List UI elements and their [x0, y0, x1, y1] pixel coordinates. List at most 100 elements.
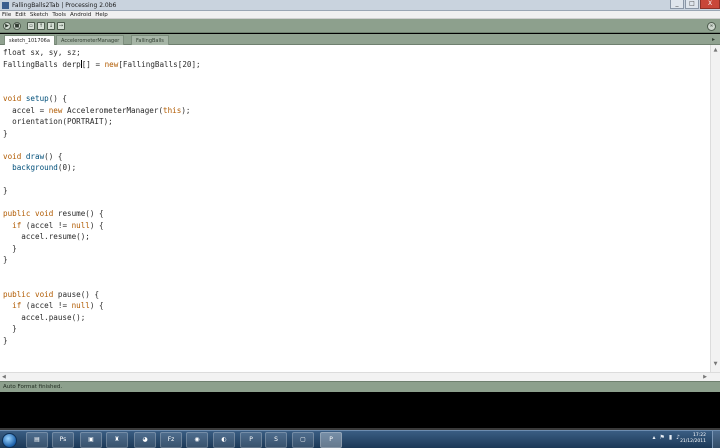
- export-button[interactable]: →: [57, 22, 65, 30]
- mode-icon: ∞: [709, 23, 714, 29]
- minimize-button[interactable]: _: [670, 0, 684, 9]
- scroll-right-icon[interactable]: ▶: [703, 374, 707, 380]
- code-line[interactable]: }: [3, 128, 707, 140]
- code-line[interactable]: void draw() {: [3, 151, 707, 163]
- new-icon: ▫: [29, 23, 33, 29]
- horizontal-scrollbar[interactable]: ◀ ▶: [0, 372, 720, 381]
- skype-icon: S: [274, 436, 278, 443]
- taskbar-app-8[interactable]: ◐: [213, 432, 235, 448]
- code-line[interactable]: if (accel != null) {: [3, 220, 707, 232]
- code-line[interactable]: float sx, sy, sz;: [3, 47, 707, 59]
- code-token: (accel !=: [21, 220, 72, 230]
- menu-edit[interactable]: Edit: [15, 12, 26, 18]
- scroll-down-icon[interactable]: ▼: [711, 361, 720, 370]
- taskbar-app-12[interactable]: P: [320, 432, 342, 448]
- code-token: AccelerometerManager(: [62, 105, 164, 115]
- filezilla-icon: Fz: [167, 436, 175, 443]
- code-editor[interactable]: float sx, sy, sz; FallingBalls derp[] = n…: [0, 45, 720, 372]
- code-line[interactable]: }: [3, 254, 707, 266]
- taskbar-app-7[interactable]: ◉: [186, 432, 208, 448]
- scroll-left-icon[interactable]: ◀: [2, 374, 6, 380]
- menu-sketch[interactable]: Sketch: [30, 12, 49, 18]
- code-line[interactable]: FallingBalls derp[] = new[FallingBalls[2…: [3, 59, 707, 71]
- clock[interactable]: 17:22 21/12/2011: [680, 433, 706, 445]
- code-line[interactable]: accel.pause();: [3, 312, 707, 324]
- code-line[interactable]: accel = new AccelerometerManager(this);: [3, 105, 707, 117]
- taskbar-app-6[interactable]: Fz: [160, 432, 182, 448]
- maximize-button[interactable]: □: [685, 0, 699, 9]
- code-token: public void: [3, 289, 58, 299]
- code-line[interactable]: }: [3, 323, 707, 335]
- code-line[interactable]: [3, 70, 707, 82]
- code-token: }: [3, 128, 8, 138]
- code-line[interactable]: [3, 197, 707, 209]
- app-icon-4: ♜: [114, 436, 120, 443]
- code-line[interactable]: accel.resume();: [3, 231, 707, 243]
- code-token: }: [3, 243, 17, 253]
- code-line[interactable]: }: [3, 243, 707, 255]
- code-token: null: [71, 301, 90, 310]
- console-area[interactable]: [0, 392, 720, 428]
- processing-icon: P: [249, 436, 253, 443]
- stop-button[interactable]: ■: [13, 22, 21, 30]
- taskbar-app-2[interactable]: Ps: [52, 432, 74, 448]
- taskbar-app-10[interactable]: S: [265, 432, 287, 448]
- code-line[interactable]: }: [3, 335, 707, 347]
- processing-app-icon: [2, 2, 9, 9]
- stop-icon: ■: [14, 23, 20, 29]
- action-center-icon[interactable]: ⚑: [659, 434, 664, 441]
- taskbar-app-11[interactable]: ▢: [292, 432, 314, 448]
- app-icon-5: ◕: [142, 436, 148, 443]
- code-line[interactable]: void setup() {: [3, 93, 707, 105]
- save-button[interactable]: ↓: [47, 22, 55, 30]
- show-hidden-icons-icon[interactable]: ▴: [652, 434, 655, 441]
- tab-falling-balls[interactable]: FallingBalls: [131, 35, 169, 45]
- code-token: [] =: [81, 59, 105, 69]
- code-token: );: [181, 105, 191, 115]
- chrome-icon: ◉: [194, 436, 200, 443]
- code-line[interactable]: orientation(PORTRAIT);: [3, 116, 707, 128]
- show-desktop-button[interactable]: [712, 431, 720, 448]
- code-line[interactable]: [3, 82, 707, 94]
- code-line[interactable]: [3, 174, 707, 186]
- code-token: resume() {: [57, 209, 104, 218]
- code-token: pause() {: [57, 289, 100, 299]
- code-line[interactable]: [3, 139, 707, 151]
- processing-active-icon: P: [329, 436, 333, 443]
- taskbar-app-3[interactable]: ▣: [80, 432, 102, 448]
- code-token: [FallingBalls[20];: [118, 59, 201, 69]
- scroll-up-icon[interactable]: ▲: [711, 47, 720, 56]
- code-text[interactable]: float sx, sy, sz; FallingBalls derp[] = n…: [3, 47, 707, 346]
- taskbar-app-9[interactable]: P: [240, 432, 262, 448]
- code-token: draw: [25, 151, 45, 161]
- menu-android[interactable]: Android: [70, 12, 91, 18]
- export-icon: →: [58, 23, 64, 29]
- window-titlebar: FallingBalls2Tab | Processing 2.0b6 _ □ …: [0, 0, 720, 11]
- tab-menu-arrow-icon[interactable]: ▸: [712, 36, 715, 43]
- code-line[interactable]: public void resume() {: [3, 208, 707, 220]
- vertical-scrollbar[interactable]: ▲ ▼: [710, 45, 720, 372]
- code-line[interactable]: if (accel != null) {: [3, 300, 707, 312]
- code-token: null: [71, 220, 90, 230]
- new-button[interactable]: ▫: [27, 22, 35, 30]
- code-line[interactable]: }: [3, 185, 707, 197]
- network-icon[interactable]: ▮: [669, 434, 672, 441]
- open-button[interactable]: ↑: [37, 22, 45, 30]
- mode-button[interactable]: ∞: [707, 22, 716, 31]
- close-button[interactable]: X: [700, 0, 720, 9]
- code-line[interactable]: [3, 266, 707, 278]
- taskbar-app-5[interactable]: ◕: [134, 432, 156, 448]
- menu-tools[interactable]: Tools: [52, 12, 66, 18]
- code-line[interactable]: background(0);: [3, 162, 707, 174]
- code-line[interactable]: public void pause() {: [3, 289, 707, 301]
- start-button[interactable]: [2, 433, 17, 448]
- taskbar-app-1[interactable]: ▤: [26, 432, 48, 448]
- taskbar-app-4[interactable]: ♜: [106, 432, 128, 448]
- menu-file[interactable]: File: [2, 12, 11, 18]
- code-line[interactable]: [3, 277, 707, 289]
- menu-help[interactable]: Help: [95, 12, 108, 18]
- tab-sketch[interactable]: sketch_101706a: [4, 35, 55, 45]
- run-button[interactable]: ▶: [3, 22, 11, 30]
- tab-accelerometer-manager[interactable]: AccelerometerManager: [56, 35, 125, 45]
